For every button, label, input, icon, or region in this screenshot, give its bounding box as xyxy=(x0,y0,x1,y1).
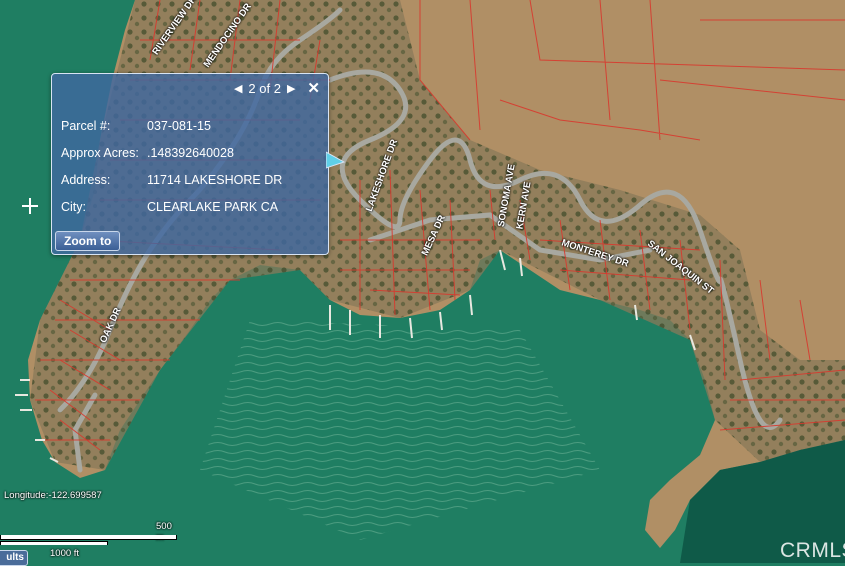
scale-bar-metric xyxy=(0,535,177,540)
crosshair-cursor-icon xyxy=(22,198,38,214)
parcel-row: Parcel #: 037-081-15 xyxy=(61,119,211,133)
longitude-readout: Longitude:-122.699587 xyxy=(4,490,102,501)
previous-arrow-icon[interactable]: ◀ xyxy=(234,82,242,95)
acres-value: .148392640028 xyxy=(147,146,234,160)
popup-pointer xyxy=(326,151,346,169)
city-value: CLEARLAKE PARK CA xyxy=(147,200,279,214)
city-row: City: CLEARLAKE PARK CA xyxy=(61,200,278,214)
scale-bar-imperial xyxy=(0,541,108,545)
pager-text: 2 of 2 xyxy=(248,80,281,96)
parcel-info-popup: ◀ 2 of 2 ▶ ✕ Parcel #: 037-081-15 Approx … xyxy=(51,73,329,255)
parcel-value: 037-081-15 xyxy=(147,119,211,133)
next-arrow-icon[interactable]: ▶ xyxy=(287,82,295,95)
city-label: City: xyxy=(61,200,86,214)
results-tab[interactable]: ults xyxy=(0,550,28,566)
address-row: Address: 11714 LAKESHORE DR xyxy=(61,173,282,187)
zoom-to-button[interactable]: Zoom to xyxy=(55,231,121,251)
popup-pager: ◀ 2 of 2 ▶ ✕ xyxy=(234,79,320,97)
scale-label-imperial: 1000 ft xyxy=(50,548,80,559)
close-icon[interactable]: ✕ xyxy=(307,79,320,97)
parcel-label: Parcel #: xyxy=(61,119,111,133)
acres-label: Approx Acres: xyxy=(61,146,139,160)
address-value: 11714 LAKESHORE DR xyxy=(147,173,283,187)
acres-row: Approx Acres: .148392640028 xyxy=(61,146,234,160)
address-label: Address: xyxy=(61,173,111,187)
watermark-logo: CRMLS xyxy=(780,539,845,562)
